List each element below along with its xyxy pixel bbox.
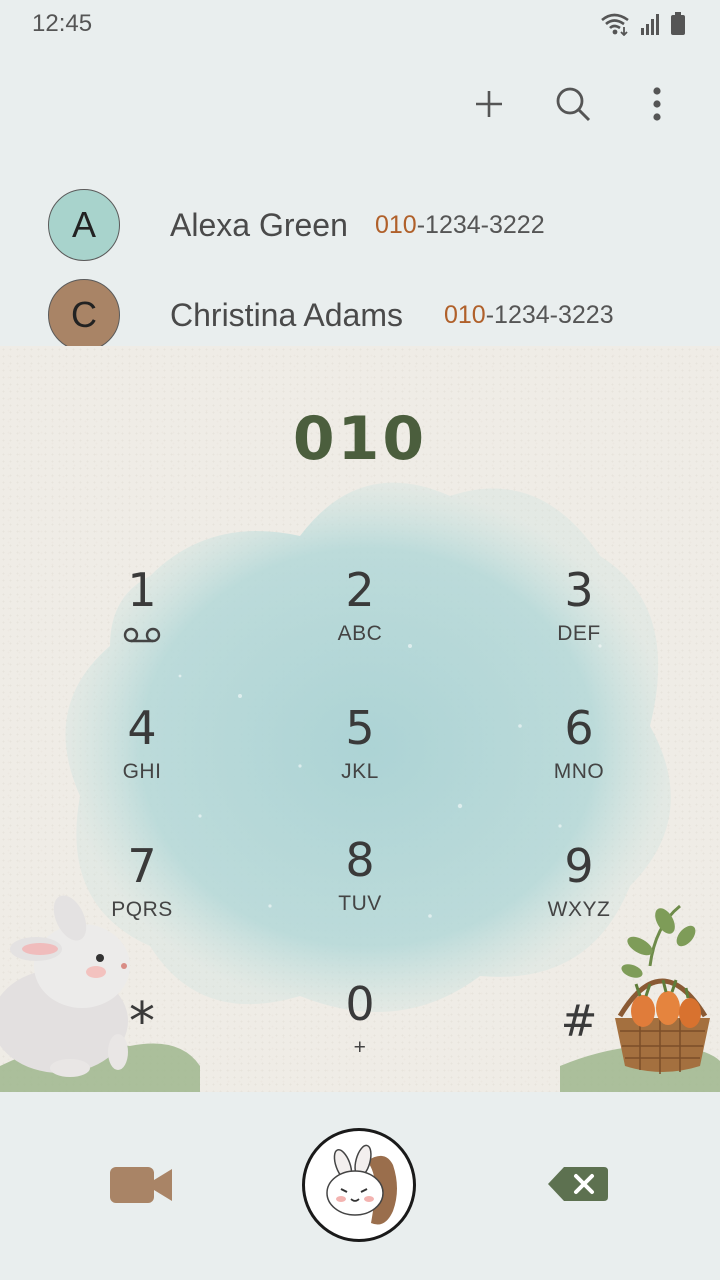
key-2[interactable]: 2 ABC xyxy=(280,562,440,682)
key-6[interactable]: 6 MNO xyxy=(499,700,659,820)
status-time: 12:45 xyxy=(32,10,93,37)
search-button[interactable] xyxy=(550,78,596,130)
contact-number: 010-1234-3223 xyxy=(444,301,614,330)
key-4[interactable]: 4 GHI xyxy=(62,700,222,820)
key-1[interactable]: 1 xyxy=(62,562,222,682)
contact-number: 010-1234-3222 xyxy=(375,211,545,240)
key-7[interactable]: 7 PQRS xyxy=(62,838,222,958)
key-digit: 9 xyxy=(564,839,594,893)
key-letters: ABC xyxy=(337,622,383,645)
key-0[interactable]: 0 + xyxy=(280,976,440,1092)
contact-suggestions: A Alexa Green 010-1234-3222 C Christina … xyxy=(0,186,720,346)
key-letters: + xyxy=(353,1036,367,1059)
key-8[interactable]: 8 TUV xyxy=(280,832,440,952)
more-options-button[interactable] xyxy=(634,78,680,130)
voicemail-icon xyxy=(123,627,161,643)
bottom-bar xyxy=(0,1092,720,1280)
key-digit: 3 xyxy=(564,563,594,617)
call-bunny-icon xyxy=(326,1144,397,1225)
action-bar xyxy=(466,78,680,130)
number-rest: -1234-3223 xyxy=(485,300,614,329)
key-letters: MNO xyxy=(553,760,605,783)
add-contact-button[interactable] xyxy=(466,78,512,130)
key-star[interactable]: * xyxy=(62,994,222,1092)
number-match: 010 xyxy=(375,210,417,239)
key-letters: TUV xyxy=(338,892,382,915)
wifi-icon xyxy=(601,13,629,36)
key-digit: 6 xyxy=(564,701,594,755)
battery-icon xyxy=(671,12,685,35)
key-digit: 7 xyxy=(127,839,157,893)
search-icon xyxy=(556,87,591,122)
key-9[interactable]: 9 WXYZ xyxy=(499,838,659,958)
key-3[interactable]: 3 DEF xyxy=(499,562,659,682)
contact-name: Christina Adams xyxy=(170,296,403,333)
video-call-button[interactable] xyxy=(108,1160,176,1210)
video-call-icon xyxy=(110,1167,172,1203)
key-digit: 8 xyxy=(345,833,375,887)
key-digit: 0 xyxy=(345,977,375,1031)
contact-name: Alexa Green xyxy=(170,206,348,243)
key-digit: # xyxy=(560,996,598,1047)
contact-row-christina-adams[interactable]: C Christina Adams 010-1234-3223 xyxy=(0,270,720,346)
contact-row-alexa-green[interactable]: A Alexa Green 010-1234-3222 xyxy=(0,186,720,270)
number-match: 010 xyxy=(444,300,486,329)
key-digit: 2 xyxy=(345,563,375,617)
status-bar: 12:45 xyxy=(0,0,720,50)
signal-icon xyxy=(641,14,659,35)
key-digit: * xyxy=(129,992,155,1052)
key-letters: PQRS xyxy=(111,898,173,921)
more-vert-icon xyxy=(653,87,661,121)
dialed-number: 010 xyxy=(292,404,428,474)
number-rest: -1234-3222 xyxy=(416,210,545,239)
key-letters: WXYZ xyxy=(547,898,611,921)
add-icon xyxy=(476,91,502,117)
dialpad: 010 1 2 ABC 3 DEF 4 GHI 5 JKL 6 MNO 7 PQ… xyxy=(0,346,720,1092)
backspace-button[interactable] xyxy=(546,1164,610,1204)
status-icons xyxy=(600,12,686,36)
backspace-icon xyxy=(548,1167,608,1201)
key-letters: GHI xyxy=(122,760,162,783)
avatar: A xyxy=(48,189,120,261)
key-5[interactable]: 5 JKL xyxy=(280,700,440,820)
key-letters: DEF xyxy=(557,622,601,645)
key-digit: 1 xyxy=(127,563,157,617)
key-digit: 5 xyxy=(345,701,375,755)
avatar: C xyxy=(48,279,120,346)
key-digit: 4 xyxy=(127,701,157,755)
key-hash[interactable]: # xyxy=(499,994,659,1092)
key-letters: JKL xyxy=(341,760,379,783)
call-button[interactable] xyxy=(302,1128,416,1242)
